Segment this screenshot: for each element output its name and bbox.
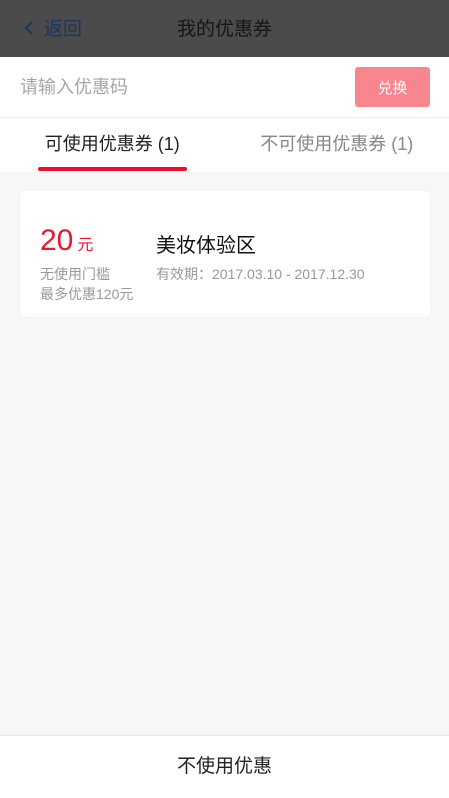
tab-unavailable[interactable]: 不可使用优惠券 (1) (225, 118, 449, 172)
coupon-code-bar: 兑换 (0, 57, 449, 118)
coupon-amount: 20 元 (40, 224, 93, 258)
coupon-threshold: 无使用门槛 (40, 266, 110, 282)
page-title: 我的优惠券 (176, 19, 272, 40)
redeem-button[interactable]: 兑换 (355, 67, 430, 107)
tab-available[interactable]: 可使用优惠券 (1) (0, 118, 225, 172)
coupon-amount-value: 20 (40, 224, 74, 257)
nav-bar: 返回 我的优惠券 (0, 0, 449, 57)
coupon-max-discount: 最多优惠120元 (40, 286, 134, 302)
coupon-card[interactable]: 20 元 无使用门槛 最多优惠120元 美妆体验区 有效期：2017.03.10… (20, 191, 430, 317)
no-coupon-button[interactable]: 不使用优惠 (0, 735, 449, 798)
coupon-code-input[interactable] (20, 76, 320, 98)
coupon-tabs: 可使用优惠券 (1) 不可使用优惠券 (1) (0, 118, 449, 172)
coupon-amount-unit: 元 (77, 237, 94, 254)
coupon-conditions: 无使用门槛 最多优惠120元 (40, 264, 133, 304)
coupon-validity: 有效期：2017.03.10 - 2017.12.30 (156, 266, 365, 282)
coupon-name: 美妆体验区 (156, 235, 256, 257)
